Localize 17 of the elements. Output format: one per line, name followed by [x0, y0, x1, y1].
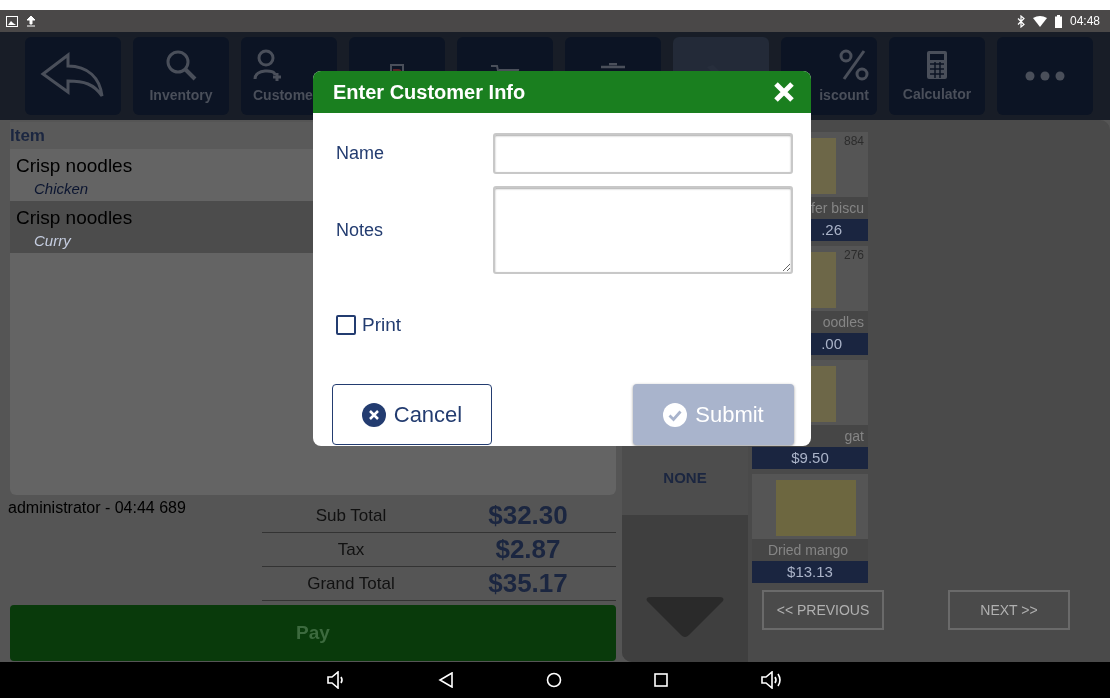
field-label: Notes: [336, 219, 385, 241]
product-name: Dried mango: [752, 539, 868, 561]
total-value: $32.30: [487, 500, 569, 531]
user-info: administrator - 04:44 689: [8, 499, 187, 518]
item-modifier: Curry: [33, 232, 73, 249]
clock-time: 04:48: [1069, 14, 1100, 28]
product-price: $9.50: [752, 447, 868, 469]
product-price: $13.13: [752, 561, 868, 583]
total-label: Grand Total: [306, 573, 396, 594]
checkbox-label: Print: [362, 314, 402, 336]
total-label: Tax: [336, 539, 366, 560]
total-value: $35.17: [487, 568, 569, 599]
item-name: Crisp noodles: [16, 207, 134, 229]
item-name: Crisp noodles: [16, 155, 134, 177]
total-label: Sub Total: [314, 505, 388, 526]
total-value: $2.87: [494, 534, 562, 565]
item-modifier: Chicken: [33, 180, 90, 197]
